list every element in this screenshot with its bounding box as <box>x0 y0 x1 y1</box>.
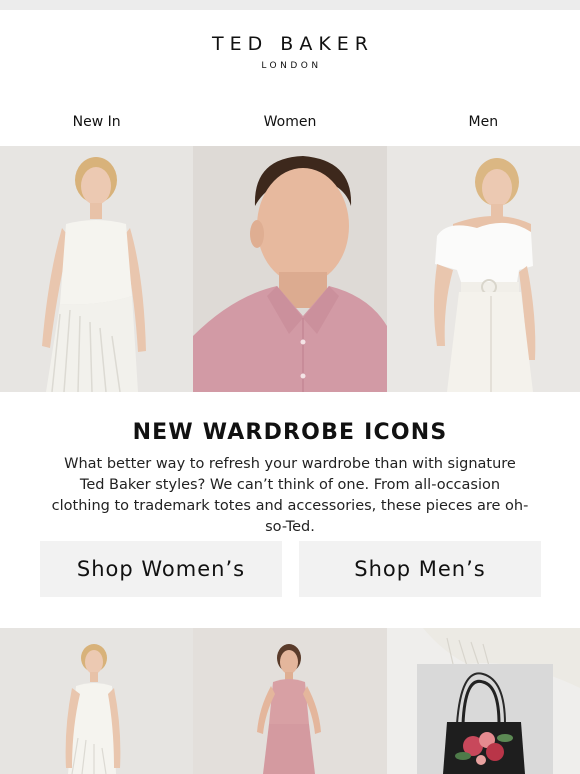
main-nav: New In Women Men <box>0 114 580 136</box>
brand-name: TED BAKER <box>212 33 374 55</box>
promo-body: What better way to refresh your wardrobe… <box>51 456 529 535</box>
hero-image-woman-trousers[interactable] <box>387 146 580 392</box>
woman-dress-illustration <box>0 146 193 392</box>
product-image-white-dress[interactable] <box>0 628 193 774</box>
hero-image-woman-dress[interactable] <box>0 146 193 392</box>
shop-womens-button[interactable]: Shop Women’s <box>40 541 282 597</box>
nav-item-women[interactable]: Women <box>193 114 386 136</box>
promo-headline: NEW WARDROBE ICONS <box>132 420 448 445</box>
tote-bag-illustration <box>387 628 580 774</box>
hero-images <box>0 146 580 392</box>
man-shirt-illustration <box>193 146 387 392</box>
nav-item-men[interactable]: Men <box>387 114 580 136</box>
email-page: TED BAKER LONDON New In Women Men NEW WA… <box>0 0 580 774</box>
hero-image-man-shirt[interactable] <box>193 146 387 392</box>
top-strip <box>0 0 580 10</box>
product-images <box>0 628 580 774</box>
brand-logo[interactable]: TED BAKER LONDON <box>0 33 580 71</box>
shop-mens-button[interactable]: Shop Men’s <box>299 541 541 597</box>
brand-subline: LONDON <box>261 61 322 71</box>
product-image-tote-bag[interactable] <box>387 628 580 774</box>
nav-item-new-in[interactable]: New In <box>0 114 193 136</box>
woman-trousers-illustration <box>387 146 580 392</box>
pink-outfit-illustration <box>193 628 387 774</box>
product-image-pink-outfit[interactable] <box>193 628 387 774</box>
white-dress-illustration <box>0 628 193 774</box>
